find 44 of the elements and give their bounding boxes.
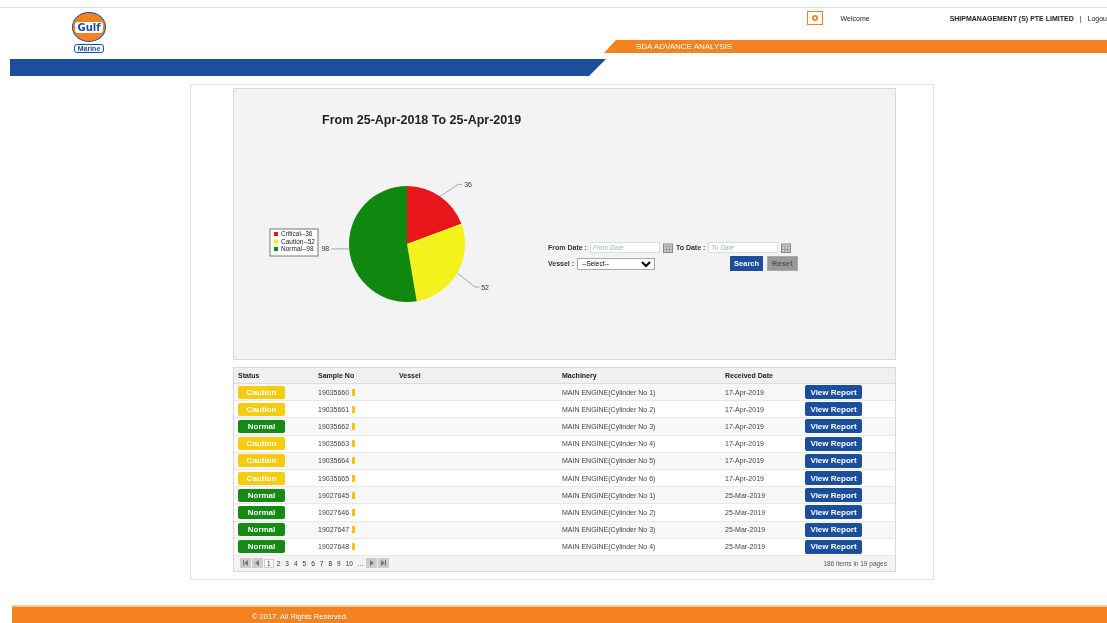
tag-icon — [352, 543, 356, 551]
tag-icon — [352, 491, 356, 499]
logo-text: Gulf — [75, 21, 103, 33]
status-badge: Normal — [238, 488, 285, 502]
status-badge: Normal — [238, 505, 285, 519]
tag-icon — [352, 457, 356, 465]
next-page-icon[interactable] — [366, 558, 378, 569]
leader-line — [439, 184, 463, 197]
tag-icon — [352, 508, 356, 516]
last-page-icon[interactable] — [378, 558, 390, 569]
tag-icon — [352, 440, 356, 448]
chart-legend — [269, 228, 319, 257]
section-title: SDA ADVANCE ANALYSIS — [636, 42, 733, 51]
view-report-button[interactable]: View Report — [805, 385, 862, 400]
status-badge: Caution — [238, 454, 285, 468]
view-report-button[interactable]: View Report — [805, 539, 862, 554]
status-badge: Caution — [238, 471, 285, 485]
view-report-button[interactable]: View Report — [805, 453, 862, 468]
calendar-icon[interactable] — [781, 242, 792, 253]
status-badge: Caution — [238, 385, 285, 399]
calendar-icon[interactable] — [662, 242, 673, 253]
gear-icon[interactable] — [806, 11, 823, 25]
view-report-button[interactable]: View Report — [805, 436, 862, 451]
status-badge: Normal — [238, 540, 285, 554]
leader-line — [330, 248, 350, 250]
chart-title: From 25-Apr-2018 To 25-Apr-2019 — [322, 113, 522, 127]
view-report-button[interactable]: View Report — [805, 419, 862, 434]
status-badge: Normal — [238, 419, 285, 433]
status-badge: Caution — [238, 402, 285, 416]
tag-icon — [352, 422, 356, 430]
view-report-button[interactable]: View Report — [805, 488, 862, 503]
tag-icon — [352, 526, 356, 534]
view-report-button[interactable]: View Report — [805, 505, 862, 520]
view-report-button[interactable]: View Report — [805, 522, 862, 537]
status-badge: Normal — [238, 523, 285, 537]
status-badge: Caution — [238, 437, 285, 451]
tag-icon — [352, 388, 356, 396]
tag-icon — [352, 405, 356, 413]
first-page-icon[interactable] — [240, 558, 251, 569]
previous-page-icon[interactable] — [252, 558, 263, 569]
view-report-button[interactable]: View Report — [805, 402, 862, 417]
tag-icon — [352, 474, 356, 482]
leader-line — [456, 272, 480, 288]
view-report-button[interactable]: View Report — [805, 471, 862, 486]
